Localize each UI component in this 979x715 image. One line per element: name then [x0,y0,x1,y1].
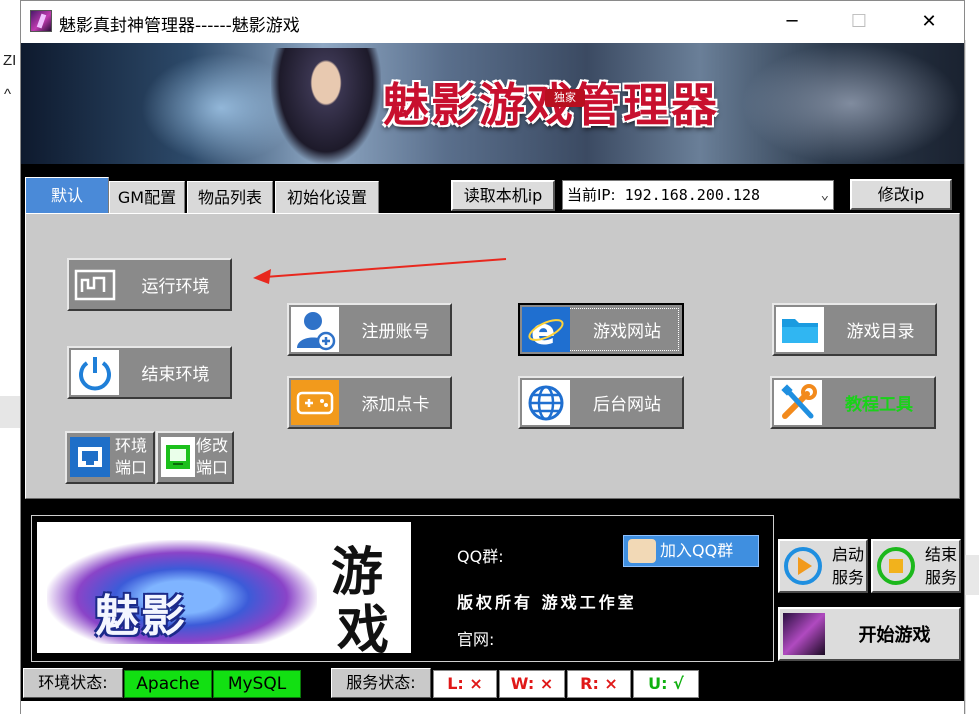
copyright-text: 版权所有 游戏工作室 [457,593,637,612]
game-website-button[interactable]: e 游戏网站 [518,303,684,356]
header-banner: 魅影游戏管理器 独家 [21,43,964,164]
register-account-button[interactable]: 注册账号 [287,303,452,356]
current-ip-select[interactable]: 当前IP: 192.168.200.128 ⌄ [562,180,834,210]
browser-icon: e [522,307,570,352]
monitor-icon [161,437,195,477]
logo-xi-text: 戏 [337,600,390,653]
r-status: R: × [567,670,631,698]
tools-icon [774,380,822,425]
run-environment-button[interactable]: 运行环境 [67,258,232,311]
start-game-button[interactable]: 开始游戏 [778,607,961,661]
window-title: 魅影真封神管理器------魅影游戏 [59,16,300,36]
game-thumbnail [783,613,825,655]
gamepad-icon [291,380,339,425]
annotation-arrow-icon [253,258,507,284]
background-scroll [965,555,979,595]
banner-character [271,48,381,164]
qq-group-icon [628,539,656,563]
run-environment-label: 运行环境 [141,277,210,297]
modify-ip-button[interactable]: 修改ip [850,179,952,210]
modify-port-button[interactable]: 修改 端口 [156,431,234,484]
qq-group-label: QQ群: [457,547,504,566]
background-text: ZI [3,52,17,69]
start-service-button[interactable]: 启动 服务 [778,539,868,593]
admin-website-button[interactable]: 后台网站 [518,376,684,429]
stop-service-button[interactable]: 结束 服务 [871,539,961,593]
u-status: U: √ [633,670,699,698]
window-bottom-edge [21,701,964,715]
environment-status-label: 环境状态: [23,668,123,698]
background-window [0,0,22,714]
background-text: ^ [4,86,12,103]
logo-main-text: 魅影 [95,591,187,642]
service-status-label: 服务状态: [331,668,431,698]
join-qq-group-label: 加入QQ群 [660,541,734,560]
read-local-ip-button[interactable]: 读取本机ip [451,180,555,211]
game-logo: 魅影 游 戏 [37,522,411,653]
network-port-icon [70,437,110,477]
tab-item-list[interactable]: 物品列表 [187,181,273,215]
game-directory-label: 游戏目录 [846,322,915,342]
close-button[interactable]: ✕ [905,1,953,43]
tutorial-tools-button[interactable]: 教程工具 [770,376,936,429]
play-icon [784,547,822,585]
maximize-button[interactable]: ☐ [835,1,883,43]
game-directory-button[interactable]: 游戏目录 [772,303,937,356]
ip-label: 当前IP: [567,186,616,204]
start-game-label: 开始游戏 [858,625,931,646]
stop-environment-label: 结束环境 [141,365,210,385]
banner-art [741,43,961,164]
environment-port-label: 环境 端口 [114,436,147,477]
apache-status: Apache [124,670,212,698]
title-bar: 魅影真封神管理器------魅影游戏 ─ ☐ ✕ [21,1,964,43]
tab-default[interactable]: 默认 [25,177,109,215]
game-website-label: 游戏网站 [593,322,661,342]
tab-gm-config[interactable]: GM配置 [109,181,185,215]
modify-port-label: 修改 端口 [195,436,228,477]
add-card-label: 添加点卡 [361,395,430,415]
server-icon [71,262,119,307]
stop-service-label: 结束 服务 [924,545,957,587]
app-icon [30,10,52,32]
join-qq-group-button[interactable]: 加入QQ群 [623,535,759,567]
background-selection [0,396,22,428]
website-label: 官网: [457,630,495,649]
environment-port-button[interactable]: 环境 端口 [65,431,155,484]
ip-value: 192.168.200.128 [624,186,761,204]
w-status: W: × [499,670,565,698]
background-window-right [965,40,979,714]
minimize-button[interactable]: ─ [768,1,816,43]
l-status: L: × [433,670,497,698]
add-user-icon [291,307,339,352]
globe-icon [522,380,570,425]
banner-tag: 独家 [545,89,585,107]
tab-init-settings[interactable]: 初始化设置 [275,181,379,215]
tutorial-tools-label: 教程工具 [845,395,913,415]
start-service-label: 启动 服务 [831,545,864,587]
stop-environment-button[interactable]: 结束环境 [67,346,232,399]
admin-website-label: 后台网站 [593,395,661,415]
power-icon [71,350,119,395]
chevron-down-icon[interactable]: ⌄ [821,181,829,209]
add-card-button[interactable]: 添加点卡 [287,376,452,429]
stop-icon [877,547,915,585]
mysql-status: MySQL [213,670,301,698]
manager-window: 魅影真封神管理器------魅影游戏 ─ ☐ ✕ 魅影游戏管理器 独家 默认 G… [20,0,965,715]
svg-text:e: e [531,312,555,350]
folder-icon [776,307,824,352]
register-account-label: 注册账号 [361,322,430,342]
